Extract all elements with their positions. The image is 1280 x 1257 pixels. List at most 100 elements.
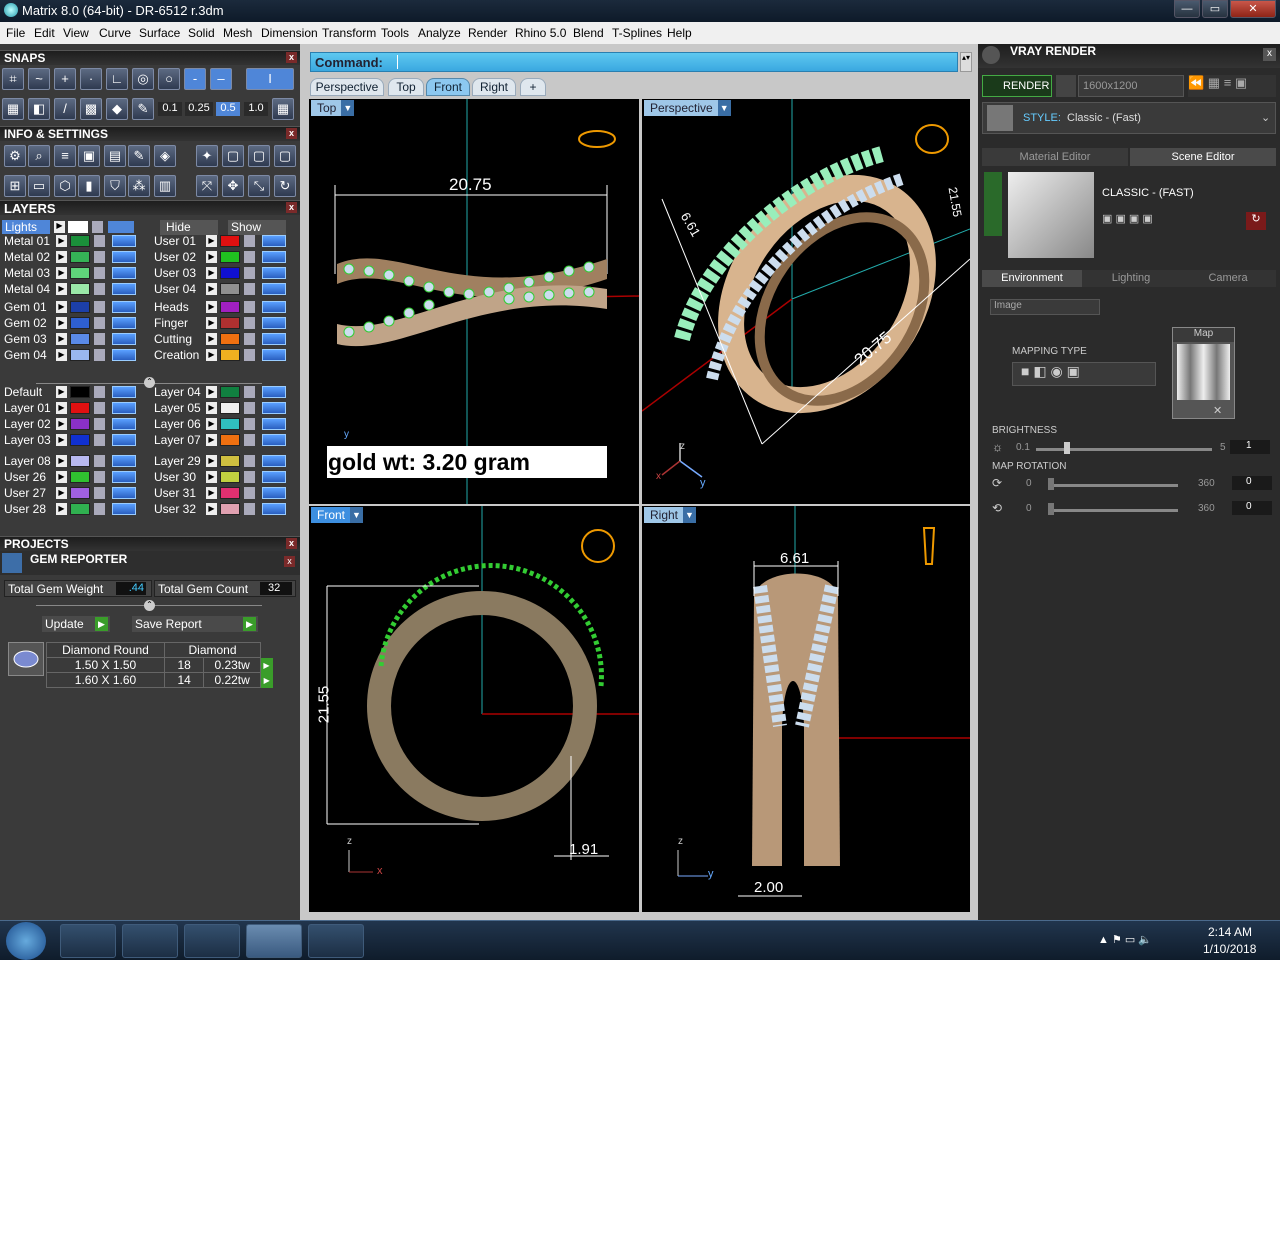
layer-row[interactable]: User 31 ▶ bbox=[154, 486, 298, 500]
layer-color-swatch[interactable] bbox=[220, 251, 240, 263]
play-icon[interactable]: ▶ bbox=[56, 317, 67, 329]
lock-icon[interactable] bbox=[244, 251, 255, 263]
visibility-toggle[interactable] bbox=[112, 251, 136, 263]
play-icon[interactable]: ▶ bbox=[54, 221, 65, 233]
play-icon[interactable]: ▶ bbox=[243, 617, 256, 631]
lock-icon[interactable] bbox=[244, 455, 255, 467]
cube-purple-icon[interactable]: ◈ bbox=[154, 145, 176, 167]
menu-solid[interactable]: Solid bbox=[188, 26, 215, 40]
play-icon[interactable]: ▶ bbox=[56, 487, 67, 499]
rotation-slider-1[interactable] bbox=[1048, 484, 1178, 487]
layer-color-swatch[interactable] bbox=[70, 333, 90, 345]
rotation-value-1[interactable]: 0 bbox=[1232, 476, 1272, 490]
table-row[interactable]: 1.50 X 1.50 18 0.23tw ▶ bbox=[46, 657, 273, 673]
play-icon[interactable]: ▶ bbox=[206, 301, 217, 313]
lock-icon[interactable] bbox=[94, 503, 105, 515]
tab-front[interactable]: Front bbox=[426, 78, 470, 96]
play-icon[interactable]: ▶ bbox=[206, 235, 217, 247]
play-icon[interactable]: ▶ bbox=[56, 402, 67, 414]
save-report-button[interactable]: Save Report bbox=[132, 616, 258, 632]
visibility-toggle[interactable] bbox=[112, 333, 136, 345]
layer-row[interactable]: User 30 ▶ bbox=[154, 470, 298, 484]
close-icon[interactable]: x bbox=[284, 556, 295, 567]
lock-icon[interactable] bbox=[244, 333, 255, 345]
layer-row[interactable]: Metal 02 ▶ bbox=[4, 250, 148, 264]
internet-explorer-icon[interactable] bbox=[184, 924, 240, 958]
grid-value-1[interactable]: 0.1 bbox=[158, 102, 182, 116]
visibility-toggle[interactable] bbox=[112, 471, 136, 483]
clock-time[interactable]: 2:14 AM bbox=[1208, 925, 1252, 939]
tab-perspective[interactable]: Perspective bbox=[310, 78, 384, 96]
layer-row[interactable]: User 27 ▶ bbox=[4, 486, 148, 500]
menu-tools[interactable]: Tools bbox=[381, 26, 409, 40]
snap-toggle-icon[interactable]: I bbox=[246, 68, 294, 90]
close-icon[interactable]: x bbox=[286, 202, 297, 213]
visibility-toggle[interactable] bbox=[262, 349, 286, 361]
layer-color-swatch[interactable] bbox=[70, 251, 90, 263]
lock-icon[interactable] bbox=[94, 301, 105, 313]
play-icon[interactable]: ▶ bbox=[56, 418, 67, 430]
play-icon[interactable]: ▶ bbox=[206, 283, 217, 295]
lock-icon[interactable] bbox=[244, 503, 255, 515]
visibility-toggle[interactable] bbox=[112, 503, 136, 515]
play-icon[interactable]: ▶ bbox=[206, 386, 217, 398]
visibility-toggle[interactable] bbox=[112, 317, 136, 329]
visibility-toggle[interactable] bbox=[262, 402, 286, 414]
lock-icon[interactable] bbox=[94, 235, 105, 247]
lock-icon[interactable] bbox=[244, 471, 255, 483]
visibility-toggle[interactable] bbox=[262, 235, 286, 247]
lock-icon[interactable] bbox=[244, 317, 255, 329]
visibility-toggle[interactable] bbox=[112, 434, 136, 446]
close-icon[interactable]: x bbox=[1263, 48, 1276, 61]
layer-row[interactable]: User 02 ▶ bbox=[154, 250, 298, 264]
lock-icon[interactable] bbox=[244, 402, 255, 414]
tab-right[interactable]: Right bbox=[472, 78, 516, 96]
play-icon[interactable]: ▶ bbox=[206, 434, 217, 446]
play-icon[interactable]: ▶ bbox=[56, 333, 67, 345]
menu-edit[interactable]: Edit bbox=[34, 26, 55, 40]
edit-icon[interactable]: ✎ bbox=[128, 145, 150, 167]
visibility-toggle[interactable] bbox=[112, 283, 136, 295]
play-icon[interactable]: ▶ bbox=[56, 434, 67, 446]
menu-file[interactable]: File bbox=[6, 26, 25, 40]
minimize-button[interactable]: — bbox=[1174, 0, 1200, 18]
layer-color-swatch[interactable] bbox=[70, 471, 90, 483]
lock-icon[interactable] bbox=[244, 235, 255, 247]
box-icon[interactable]: ▣ bbox=[78, 145, 100, 167]
layer-row[interactable]: Gem 03 ▶ bbox=[4, 332, 148, 346]
visibility-toggle[interactable] bbox=[112, 402, 136, 414]
lock-icon[interactable] bbox=[244, 418, 255, 430]
layer-color-swatch[interactable] bbox=[70, 267, 90, 279]
play-icon[interactable]: ▶ bbox=[56, 503, 67, 515]
play-icon[interactable]: ▶ bbox=[56, 386, 67, 398]
snap-point-icon[interactable]: · bbox=[80, 68, 102, 90]
command-scroll[interactable]: ▴▾ bbox=[960, 52, 972, 72]
visibility-toggle[interactable] bbox=[262, 251, 286, 263]
resolution-select[interactable]: 1600x1200 bbox=[1078, 75, 1184, 97]
zoom-icon[interactable]: ⌕ bbox=[28, 145, 50, 167]
rotation-slider-2[interactable] bbox=[1048, 509, 1178, 512]
snap-center-icon[interactable]: ◎ bbox=[132, 68, 154, 90]
play-icon[interactable]: ▶ bbox=[206, 349, 217, 361]
layer-row[interactable]: User 28 ▶ bbox=[4, 502, 148, 516]
cylinder-icon[interactable]: ▮ bbox=[78, 175, 100, 197]
layer-row[interactable]: Gem 02 ▶ bbox=[4, 316, 148, 330]
menu-tsplines[interactable]: T-Splines bbox=[612, 26, 662, 40]
layer-row[interactable]: User 03 ▶ bbox=[154, 266, 298, 280]
lock-icon[interactable] bbox=[94, 418, 105, 430]
snap-end-icon[interactable]: ∟ bbox=[106, 68, 128, 90]
layer-row[interactable]: User 01 ▶ bbox=[154, 234, 298, 248]
tab-material-editor[interactable]: Material Editor bbox=[982, 148, 1128, 166]
menu-rhino[interactable]: Rhino 5.0 bbox=[515, 26, 566, 40]
layer-row[interactable]: Layer 03 ▶ bbox=[4, 433, 148, 447]
layer-row[interactable]: User 32 ▶ bbox=[154, 502, 298, 516]
windows-grid-icon[interactable]: ⊞ bbox=[4, 175, 26, 197]
table-icon[interactable]: ▥ bbox=[154, 175, 176, 197]
settings-gear-icon[interactable]: ⚙ bbox=[4, 145, 26, 167]
visibility-toggle[interactable] bbox=[112, 487, 136, 499]
layer-row[interactable]: Layer 08 ▶ bbox=[4, 454, 148, 468]
table-row[interactable]: 1.60 X 1.60 14 0.22tw ▶ bbox=[46, 672, 273, 688]
cube-blue-icon[interactable]: ⬡ bbox=[54, 175, 76, 197]
layer-color-swatch[interactable] bbox=[220, 283, 240, 295]
render-eye-icon[interactable] bbox=[1056, 75, 1076, 97]
